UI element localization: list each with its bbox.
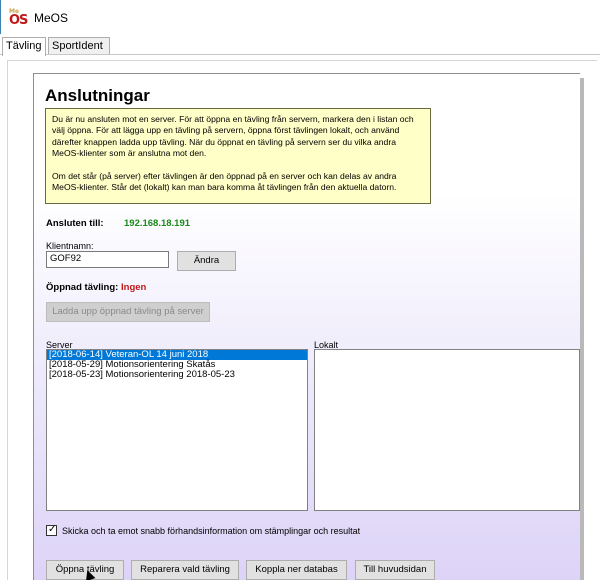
- quick-info-label: Skicka och ta emot snabb förhandsinforma…: [62, 526, 361, 536]
- info-paragraph-2: Om det står (på server) efter tävlingen …: [52, 170, 397, 193]
- tab-label: Tävling: [6, 40, 42, 52]
- quick-info-checkbox[interactable]: ✓: [46, 524, 57, 536]
- main-page-button[interactable]: Till huvudsidan: [355, 560, 435, 580]
- meos-app-icon: Me OS: [9, 8, 28, 28]
- info-box: Du är nu ansluten mot en server. För att…: [45, 108, 431, 204]
- tab-divider: [0, 54, 600, 55]
- tab-tavling[interactable]: Tävling: [2, 37, 46, 56]
- local-competition-list[interactable]: [314, 349, 580, 511]
- opened-competition-label: Öppnad tävling:: [46, 282, 119, 293]
- disconnect-database-button[interactable]: Koppla ner databas: [246, 560, 347, 580]
- page-title: Anslutningar: [45, 86, 150, 105]
- server-competition-list[interactable]: [2018-06-14] Veteran-OL 14 juni 2018 [20…: [46, 349, 308, 511]
- list-item[interactable]: [2018-05-23] Motionsorientering 2018-05-…: [47, 370, 307, 380]
- upload-competition-button[interactable]: Ladda upp öppnad tävling på server: [46, 302, 210, 322]
- connected-server-address: 192.168.18.191: [124, 218, 191, 229]
- window-title: MeOS: [34, 11, 69, 25]
- checkmark-icon: ✓: [48, 524, 57, 535]
- tab-sportident[interactable]: SportIdent: [48, 37, 110, 55]
- client-name-label: Klientnamn:: [46, 241, 94, 251]
- title-bar: Me OS MeOS: [0, 0, 600, 34]
- client-name-value: GOF92: [50, 253, 82, 264]
- repair-competition-button[interactable]: Reparera vald tävling: [131, 560, 239, 580]
- tab-label: SportIdent: [52, 40, 103, 52]
- opened-competition-value: Ingen: [121, 282, 147, 293]
- change-button[interactable]: Ändra: [177, 251, 236, 271]
- connected-label: Ansluten till:: [46, 218, 104, 229]
- client-name-field[interactable]: GOF92: [46, 251, 169, 268]
- panel-shadow: [580, 78, 584, 580]
- info-paragraph-1: Du är nu ansluten mot en server. För att…: [52, 114, 414, 159]
